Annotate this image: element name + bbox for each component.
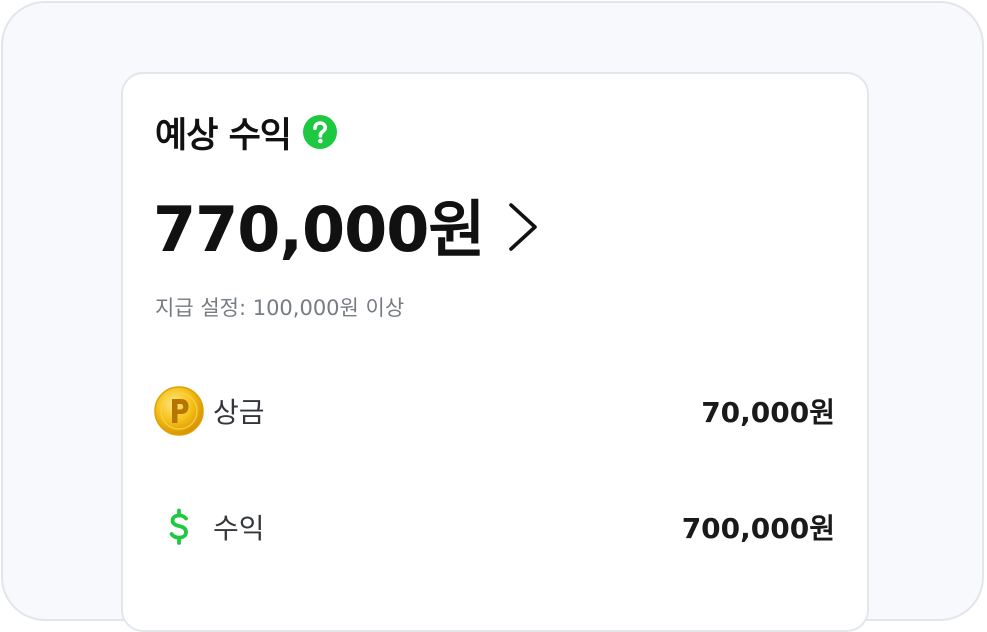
expected-earnings-card: 예상 수익 770,000원 지급 설정: 100,000원 이상 상금 70,… xyxy=(121,72,869,632)
question-mark-icon[interactable] xyxy=(303,115,337,149)
prize-value: 70,000원 xyxy=(701,396,835,429)
list-item-revenue: 수익 700,000원 xyxy=(153,501,835,553)
total-earnings-link[interactable]: 770,000원 xyxy=(153,184,540,266)
chevron-right-icon xyxy=(509,203,538,251)
total-earnings-amount: 770,000원 xyxy=(153,193,485,266)
revenue-value: 700,000원 xyxy=(681,512,835,545)
point-coin-icon xyxy=(153,385,205,437)
payout-setting-text: 지급 설정: 100,000원 이상 xyxy=(155,296,405,320)
dollar-icon xyxy=(153,501,205,553)
card-header: 예상 수익 xyxy=(155,108,337,156)
prize-label: 상금 xyxy=(213,396,265,429)
revenue-label: 수익 xyxy=(213,512,265,545)
app-frame: 예상 수익 770,000원 지급 설정: 100,000원 이상 상금 70,… xyxy=(1,1,984,632)
list-item-prize: 상금 70,000원 xyxy=(153,385,835,437)
card-title: 예상 수익 xyxy=(155,115,292,156)
